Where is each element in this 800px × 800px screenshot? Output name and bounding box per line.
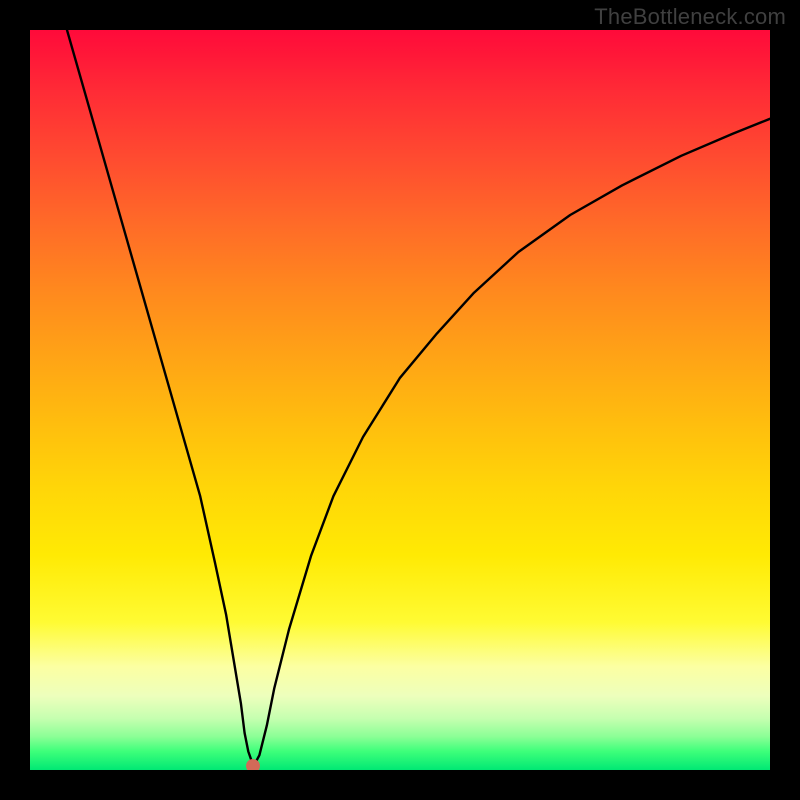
plot-area	[30, 30, 770, 770]
watermark-text: TheBottleneck.com	[594, 4, 786, 30]
minimum-marker	[246, 759, 260, 770]
chart-frame: TheBottleneck.com	[0, 0, 800, 800]
bottleneck-curve	[30, 30, 770, 770]
